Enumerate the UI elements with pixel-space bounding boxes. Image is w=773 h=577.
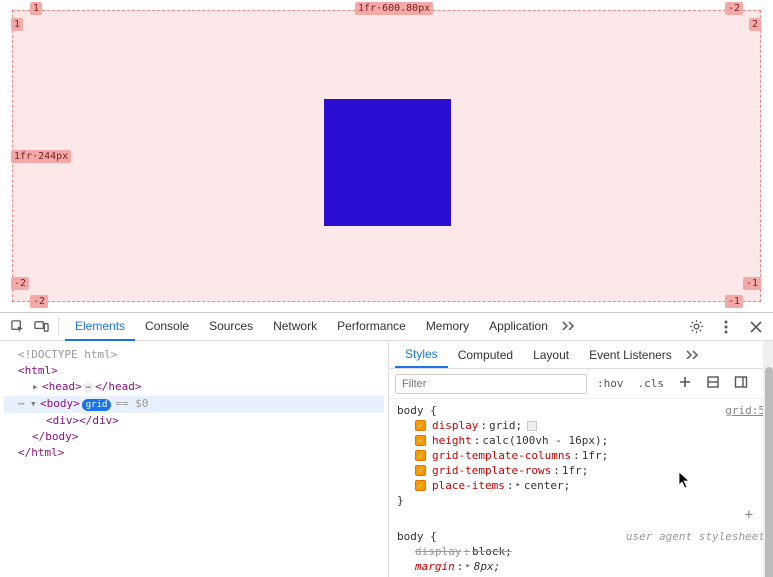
gear-icon[interactable] xyxy=(685,316,707,338)
grid-line-label: -2 xyxy=(30,295,48,308)
grid-item-div xyxy=(324,99,451,226)
more-subtabs-icon[interactable] xyxy=(682,342,704,368)
grid-line-label: 1 xyxy=(30,2,42,15)
expand-triangle-icon[interactable]: ▸ xyxy=(465,559,470,574)
tab-performance[interactable]: Performance xyxy=(327,313,416,341)
page-viewport: 1fr·600.80px 1 1 -2 2 1fr·244px -2 -2 -1… xyxy=(0,0,773,312)
rule-source-ua: user agent stylesheet xyxy=(626,529,765,544)
computed-styles-icon[interactable] xyxy=(702,373,724,394)
dom-head-open[interactable]: <head> xyxy=(42,380,82,393)
css-rule-user-agent[interactable]: user agent stylesheet body { display: bl… xyxy=(397,529,765,577)
kebab-menu-icon[interactable] xyxy=(715,316,737,338)
prop-value[interactable]: 1fr; xyxy=(562,463,589,478)
prop-checkbox[interactable] xyxy=(415,450,426,461)
grid-line-label: -1 xyxy=(743,277,761,290)
styles-filter-row: :hov .cls xyxy=(389,369,773,399)
tab-console[interactable]: Console xyxy=(135,313,199,341)
dom-body-close[interactable]: </body> xyxy=(32,430,78,443)
device-toolbar-icon[interactable] xyxy=(30,316,52,338)
prop-value[interactable]: calc(100vh - 16px); xyxy=(482,433,608,448)
grid-swatch-icon[interactable] xyxy=(527,421,537,431)
devtools-panel: Elements Console Sources Network Perform… xyxy=(0,312,773,577)
dom-div[interactable]: <div></div> xyxy=(46,414,119,427)
dom-body-line-selected[interactable]: ⋯▾<body>grid== $0 xyxy=(4,396,384,413)
scrollbar-thumb[interactable] xyxy=(765,367,773,577)
styles-subtabs: Styles Computed Layout Event Listeners xyxy=(389,341,773,369)
prop-checkbox[interactable] xyxy=(415,435,426,446)
expand-arrow-icon[interactable]: ▾ xyxy=(30,396,40,412)
prop-value[interactable]: 1fr; xyxy=(582,448,609,463)
dom-doctype[interactable]: <!DOCTYPE html> xyxy=(18,348,117,361)
prop-name[interactable]: grid-template-columns xyxy=(432,448,571,463)
grid-line-label: -2 xyxy=(11,277,29,290)
prop-name: display xyxy=(415,544,461,559)
prop-checkbox[interactable] xyxy=(415,480,426,491)
prop-name[interactable]: place-items xyxy=(432,478,505,493)
prop-value[interactable]: center; xyxy=(524,478,570,493)
rule-source-link[interactable]: grid:5 xyxy=(725,404,765,417)
styles-filter-input[interactable] xyxy=(395,374,587,394)
add-property-icon[interactable]: + xyxy=(741,508,757,523)
new-style-rule-icon[interactable] xyxy=(674,373,696,394)
styles-rules-list[interactable]: grid:5 body { display: grid; height: cal… xyxy=(389,399,773,577)
prop-value: block; xyxy=(472,544,512,559)
grid-col-dimension-label: 1fr·600.80px xyxy=(355,2,433,15)
subtab-computed[interactable]: Computed xyxy=(448,343,523,367)
grid-line-label: 1 xyxy=(11,18,23,31)
subtab-styles[interactable]: Styles xyxy=(395,342,448,368)
expand-arrow-icon[interactable]: ▸ xyxy=(32,379,42,395)
dom-html-close[interactable]: </html> xyxy=(18,446,64,459)
devtools-main-tabs: Elements Console Sources Network Perform… xyxy=(65,313,683,341)
tab-memory[interactable]: Memory xyxy=(416,313,479,341)
prop-name[interactable]: height xyxy=(432,433,472,448)
styles-panel: Styles Computed Layout Event Listeners :… xyxy=(389,341,773,577)
grid-badge[interactable]: grid xyxy=(82,399,112,411)
dom-body-open[interactable]: <body> xyxy=(40,397,80,410)
tab-elements[interactable]: Elements xyxy=(65,313,135,341)
more-tabs-icon[interactable] xyxy=(558,313,580,341)
subtab-event-listeners[interactable]: Event Listeners xyxy=(579,343,682,367)
toggle-sidebar-icon[interactable] xyxy=(730,373,752,394)
subtab-layout[interactable]: Layout xyxy=(523,343,579,367)
grid-line-label: -2 xyxy=(725,2,743,15)
close-icon[interactable] xyxy=(745,316,767,338)
grid-line-label: 2 xyxy=(749,18,761,31)
dom-selected-ref: == $0 xyxy=(115,397,148,410)
prop-checkbox[interactable] xyxy=(415,420,426,431)
inspect-element-icon[interactable] xyxy=(6,316,28,338)
dom-collapsed-icon[interactable]: ⋯ xyxy=(84,383,93,393)
dom-head-close[interactable]: </head> xyxy=(95,380,141,393)
tab-sources[interactable]: Sources xyxy=(199,313,263,341)
prop-value[interactable]: grid; xyxy=(489,418,522,433)
hov-toggle[interactable]: :hov xyxy=(593,375,628,392)
prop-name: margin xyxy=(415,559,455,574)
prop-name[interactable]: grid-template-rows xyxy=(432,463,551,478)
css-rule-author[interactable]: grid:5 body { display: grid; height: cal… xyxy=(397,403,765,523)
rule-selector: body xyxy=(397,530,424,543)
rule-selector[interactable]: body xyxy=(397,404,424,417)
divider xyxy=(58,318,59,336)
prop-checkbox[interactable] xyxy=(415,465,426,476)
cls-toggle[interactable]: .cls xyxy=(634,375,669,392)
expand-triangle-icon[interactable]: ▸ xyxy=(515,478,520,493)
grid-row-dimension-label: 1fr·244px xyxy=(11,150,71,163)
dom-html-open[interactable]: <html> xyxy=(18,364,58,377)
prop-value: 8px; xyxy=(474,559,501,574)
devtools-toolbar: Elements Console Sources Network Perform… xyxy=(0,313,773,341)
scrollbar-track[interactable] xyxy=(763,341,773,577)
devtools-panels: <!DOCTYPE html> <html> ▸<head>⋯</head> ⋯… xyxy=(0,341,773,577)
grid-line-label: -1 xyxy=(725,295,743,308)
tab-application[interactable]: Application xyxy=(479,313,558,341)
prop-name[interactable]: display xyxy=(432,418,478,433)
dom-tree-panel[interactable]: <!DOCTYPE html> <html> ▸<head>⋯</head> ⋯… xyxy=(0,341,389,577)
tab-network[interactable]: Network xyxy=(263,313,327,341)
